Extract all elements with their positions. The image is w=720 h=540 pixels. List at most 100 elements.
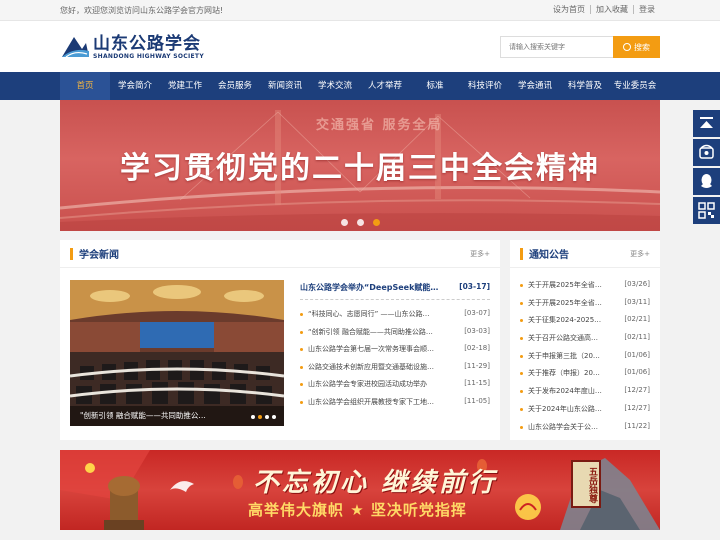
bullet-icon: [520, 390, 523, 394]
bullet-icon: [300, 313, 303, 316]
list-item[interactable]: “科技同心、志愿同行” ——山东公路… [03-07]: [300, 307, 490, 325]
notice-more-link[interactable]: 更多+: [630, 249, 650, 259]
stone-seal: 五岳独尊: [571, 460, 601, 508]
news-panel: 学会新闻 更多+ "创新引领 融合赋能——共同助推公… 山东公路学会举办“Dee…: [60, 240, 500, 440]
banner-subtext: 交通强省 服务全局: [316, 118, 443, 133]
search-input[interactable]: [500, 36, 613, 58]
bullet-icon: [520, 407, 523, 411]
top-links: 设为首页 加入收藏 登录: [548, 5, 660, 14]
list-item[interactable]: 关于开展2025年全省… [03/11]: [520, 296, 650, 314]
news-title: 学会新闻: [79, 250, 119, 261]
notice-title: 通知公告: [529, 250, 569, 261]
search-icon: [623, 43, 631, 51]
bullet-icon: [300, 400, 303, 404]
bullet-icon: [300, 383, 303, 386]
bullet-icon: [300, 330, 303, 334]
photo-dot[interactable]: [265, 415, 269, 419]
bullet-icon: [520, 354, 523, 358]
slide-dot[interactable]: [356, 219, 364, 226]
qrcode-button[interactable]: [693, 197, 720, 224]
nav-item-party[interactable]: 党建工作: [160, 72, 210, 100]
list-item[interactable]: 关于召开公路交通高… [02/11]: [520, 331, 650, 349]
hero-banner[interactable]: 交通强省 服务全局 学习贯彻党的二十届三中全会精神: [60, 100, 660, 231]
list-item[interactable]: 关于2024年山东公路… [12/27]: [520, 402, 650, 420]
photo-dot[interactable]: [272, 415, 276, 419]
logo-name-cn: 山东公路学会: [93, 34, 201, 54]
nav-item-standard[interactable]: 标准: [410, 72, 460, 100]
welcome-text: 您好，欢迎您浏览访问山东公路学会官方网站!: [60, 6, 224, 15]
conference-photo: [70, 280, 284, 426]
bullet-icon: [300, 365, 303, 369]
search-box: 搜索: [500, 36, 660, 58]
nav-item-committee[interactable]: 专业委员会: [610, 72, 660, 100]
phone-icon: [699, 144, 714, 159]
list-item[interactable]: 山东公路学会第七届一次常务理事会顺… [02-18]: [300, 342, 490, 360]
logo-name-en: SHANDONG HIGHWAY SOCIETY: [93, 53, 204, 60]
bullet-icon: [520, 301, 523, 305]
qq-button[interactable]: [693, 168, 720, 195]
site-logo[interactable]: 山东公路学会 SHANDONG HIGHWAY SOCIETY: [60, 29, 210, 65]
divider: [300, 299, 490, 300]
bullet-icon: [520, 372, 523, 376]
bullet-icon: [520, 284, 523, 287]
nav-item-home[interactable]: 首页: [60, 72, 110, 100]
list-item[interactable]: 公路交通技术创新应用暨交通基础设施… [11-29]: [300, 360, 490, 378]
search-button-label: 搜索: [634, 42, 650, 52]
lead-date: [03-17]: [459, 282, 490, 291]
list-item[interactable]: 关于开展2025年全省… [03/26]: [520, 278, 650, 296]
logo-mark-icon: [62, 37, 89, 58]
photo-dot[interactable]: [251, 415, 255, 419]
nav-item-news[interactable]: 新闻资讯: [260, 72, 310, 100]
top-bar: 您好，欢迎您浏览访问山东公路学会官方网站! 设为首页 加入收藏 登录: [0, 0, 720, 21]
photo-dot-active[interactable]: [258, 415, 262, 419]
list-item[interactable]: 关于征集2024-2025… [02/21]: [520, 313, 650, 331]
news-header: 学会新闻 更多+: [60, 240, 500, 268]
search-button[interactable]: 搜索: [613, 36, 660, 58]
slogan-main: 不忘初心 继续前行: [253, 468, 498, 498]
party-banner[interactable]: 不忘初心 继续前行 高举伟大旗帜 ★ 坚决听党指挥 五岳独尊: [60, 450, 660, 530]
list-item[interactable]: 山东公路学会关于公… [11/22]: [520, 420, 650, 438]
header: 山东公路学会 SHANDONG HIGHWAY SOCIETY 搜索: [0, 21, 720, 72]
side-toolbar: [693, 110, 720, 226]
bullet-icon: [520, 337, 523, 341]
lead-title: 山东公路学会举办“DeepSeek赋能…: [300, 283, 439, 292]
add-favorite-link[interactable]: 加入收藏: [590, 5, 633, 14]
back-to-top-button[interactable]: [693, 110, 720, 137]
set-homepage-link[interactable]: 设为首页: [548, 5, 590, 14]
news-lead-item[interactable]: 山东公路学会举办“DeepSeek赋能… [03-17]: [300, 282, 490, 296]
notice-list: 关于开展2025年全省… [03/26] 关于开展2025年全省… [03/11] …: [520, 278, 650, 437]
list-item[interactable]: 山东公路学会组织开展教授专家下工地… [11-05]: [300, 395, 490, 413]
list-item[interactable]: 关于推荐（申报）20… [01/06]: [520, 366, 650, 384]
news-list: “科技同心、志愿同行” ——山东公路… [03-07] “创新引领 融合赋能——共…: [300, 307, 490, 412]
notice-panel: 通知公告 更多+ 关于开展2025年全省… [03/26] 关于开展2025年全省…: [510, 240, 660, 440]
list-item[interactable]: 关于发布2024年度山… [12/27]: [520, 384, 650, 402]
phone-button[interactable]: [693, 139, 720, 166]
list-item[interactable]: 关于申报第三批（20… [01/06]: [520, 349, 650, 367]
nav-item-talent[interactable]: 人才举荐: [360, 72, 410, 100]
slogan-sub: 高举伟大旗帜 ★ 坚决听党指挥: [248, 501, 467, 519]
nav-item-newsletter[interactable]: 学会通讯: [510, 72, 560, 100]
qrcode-icon: [698, 202, 715, 219]
slide-dot[interactable]: [340, 219, 348, 226]
news-more-link[interactable]: 更多+: [470, 249, 490, 259]
nav-item-member[interactable]: 会员服务: [210, 72, 260, 100]
list-item[interactable]: 山东公路学会专家进校园活动成功举办 [11-15]: [300, 377, 490, 395]
nav-item-academic[interactable]: 学术交流: [310, 72, 360, 100]
bullet-icon: [300, 348, 303, 351]
notice-header: 通知公告 更多+: [510, 240, 660, 268]
main-nav: 首页 学会简介 党建工作 会员服务 新闻资讯 学术交流 人才举荐 标准 科技评价…: [0, 72, 720, 100]
nav-item-about[interactable]: 学会简介: [110, 72, 160, 100]
title-bar-marker: [70, 248, 73, 260]
banner-dots: [60, 219, 660, 226]
banner-headline: 学习贯彻党的二十届三中全会精神: [120, 151, 600, 186]
news-photo-slider[interactable]: "创新引领 融合赋能——共同助推公…: [70, 280, 284, 426]
photo-dots: [251, 415, 276, 419]
list-item[interactable]: “创新引领 融合赋能——共同助推公路… [03-03]: [300, 325, 490, 343]
slide-dot-active[interactable]: [372, 219, 380, 226]
title-bar-marker: [520, 248, 523, 260]
login-link[interactable]: 登录: [633, 5, 660, 14]
nav-item-evaluation[interactable]: 科技评价: [460, 72, 510, 100]
nav-item-science[interactable]: 科学普及: [560, 72, 610, 100]
bullet-icon: [520, 319, 523, 323]
bullet-icon: [520, 425, 523, 429]
